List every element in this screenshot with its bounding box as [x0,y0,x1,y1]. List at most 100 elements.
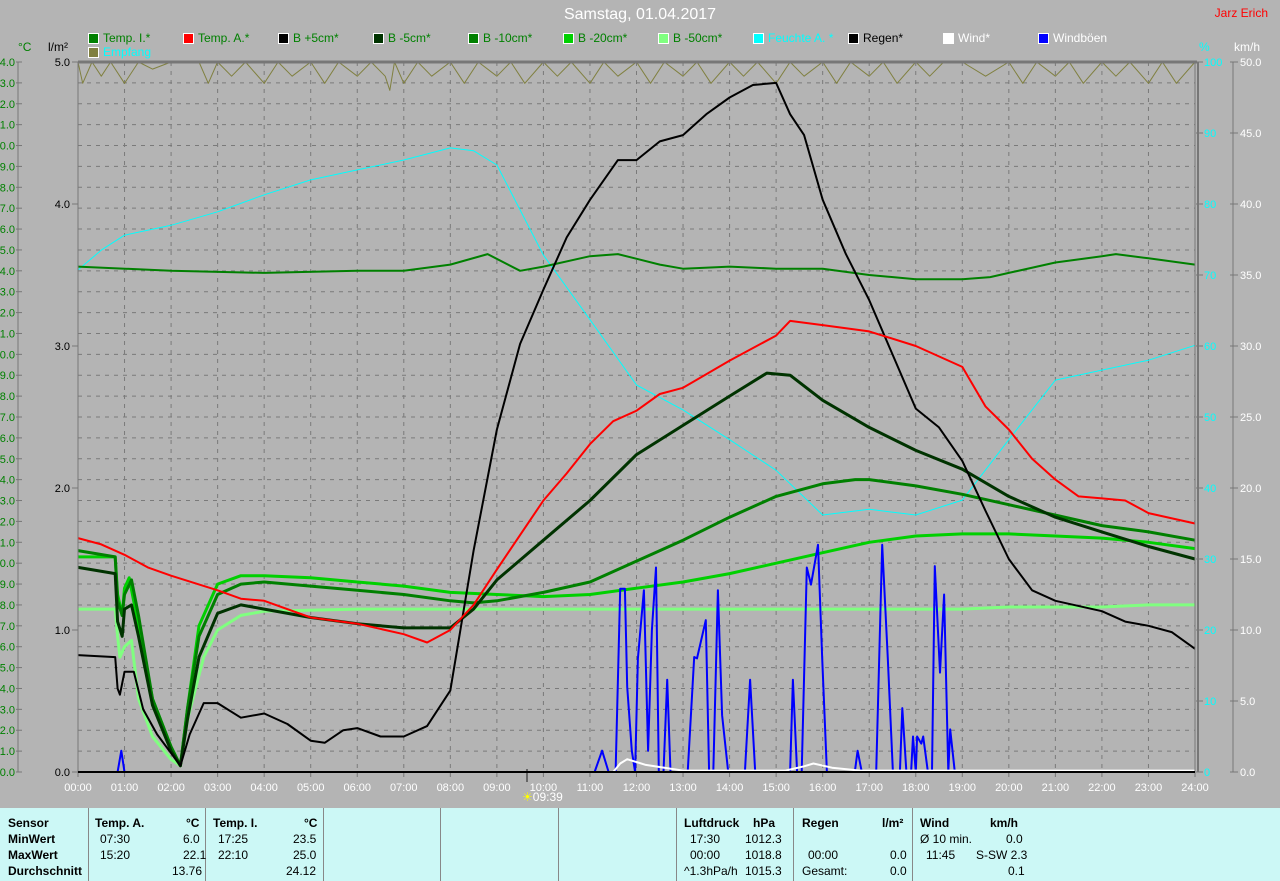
temp-tick-label: 14.0 [0,475,15,487]
row-avg-label: Durchschnitt [8,864,83,878]
pressure-max: 1018.8 [745,848,782,862]
row-max-label: MaxWert [8,848,58,862]
wind-tick-label: 20.0 [1240,483,1261,495]
pressure-min-time: 17:30 [690,832,721,846]
x-tick-label: 15:00 [762,782,790,794]
pressure-min: 1012.3 [745,832,782,846]
x-tick-label: 22:00 [1088,782,1116,794]
temp-a-avg: 13.76 [172,864,203,878]
rain-max: 0.0 [890,848,907,862]
humidity-tick-label: 30 [1204,554,1216,566]
legend-label: B -50cm* [673,31,723,45]
humidity-tick-label: 0 [1204,767,1210,779]
wind-max-time: 11:45 [926,848,956,862]
series-line-empfang [77,61,1196,91]
rain-tick-label: 0.0 [55,767,70,779]
temp-a-min-time: 07:30 [100,832,131,846]
temp-tick-label: 20.0 [0,349,15,361]
x-tick-label: 19:00 [949,782,977,794]
legend-swatch [88,32,99,44]
wind-avg: 0.0 [1006,832,1023,846]
legend-item: Temp. A.* [183,31,249,45]
temp-i-min-time: 17:25 [218,832,249,846]
rain-max-time: 00:00 [808,848,839,862]
series-line-temp-i [77,253,1196,281]
temp-tick-label: 24.0 [0,266,15,278]
temp-tick-label: 27.0 [0,203,15,215]
rain-tick-label: 1.0 [55,625,70,637]
legend-item: B -5cm* [373,31,431,45]
temp-i-avg: 24.12 [286,864,317,878]
legend-label: B +5cm* [293,31,339,45]
humidity-tick-label: 20 [1204,625,1216,637]
rain-total-label: Gesamt: [802,864,848,878]
legend-swatch [563,32,574,44]
legend-item: Wind* [943,31,990,45]
owner-name: Jarz Erich [1214,6,1268,20]
temp-tick-label: 2.0 [0,725,15,737]
temp-i-header: Temp. I. [213,816,258,830]
summary-panel: Sensor MinWert MaxWert Durchschnitt Temp… [0,808,1280,881]
humidity-tick-label: 70 [1204,270,1216,282]
temp-tick-label: 23.0 [0,287,15,299]
x-tick-label: 05:00 [297,782,325,794]
temp-tick-label: 34.0 [0,57,15,69]
temp-a-min: 6.0 [183,832,200,846]
temp-a-unit: °C [186,816,200,830]
sunrise-time: 09:39 [532,790,563,804]
wind-tick-label: 0.0 [1240,767,1255,779]
legend-swatch [373,32,384,44]
temp-tick-label: 16.0 [0,433,15,445]
legend-item: Empfang [88,45,151,59]
temp-tick-label: 4.0 [0,683,15,695]
wind-tick-label: 40.0 [1240,199,1261,211]
humidity-tick-label: 40 [1204,483,1216,495]
temp-tick-label: 29.0 [0,161,15,173]
temp-tick-label: 25.0 [0,245,15,257]
temp-tick-label: 33.0 [0,78,15,90]
pressure-avg: 1015.3 [745,864,782,878]
temp-tick-label: 22.0 [0,308,15,320]
temp-tick-label: 10.0 [0,558,15,570]
x-tick-label: 16:00 [809,782,837,794]
pressure-unit: hPa [753,816,776,830]
humidity-tick-label: 50 [1204,412,1216,424]
temp-tick-label: 18.0 [0,391,15,403]
wind-max: S-SW 2.3 [976,848,1028,862]
temp-tick-label: 17.0 [0,412,15,424]
temp-tick-label: 13.0 [0,496,15,508]
pressure-trend: ^1.3hPa/h [684,864,738,878]
temp-i-max-time: 22:10 [218,848,249,862]
legend-swatch [1038,32,1049,44]
legend-swatch [278,32,289,44]
wind-header: Wind [920,816,950,830]
legend-item: Feuchte A. * [753,31,833,45]
wind-tick-label: 30.0 [1240,341,1261,353]
temp-i-max: 25.0 [293,848,317,862]
legend-swatch [943,32,954,44]
grid [78,62,1195,772]
temp-tick-label: 1.0 [0,746,15,758]
rain-header: Regen [802,816,839,830]
wind-tick-label: 5.0 [1240,696,1255,708]
x-tick-label: 17:00 [855,782,883,794]
wind-tick-label: 10.0 [1240,625,1261,637]
axes: 00:00 01:00 02:00 03:00 04:00 05:00 06:00 07:00… [0,57,1261,794]
pressure-max-time: 00:00 [690,848,721,862]
row-min-label: MinWert [8,832,56,846]
wind-tick-label: 45.0 [1240,128,1261,140]
temp-tick-label: 9.0 [0,579,15,591]
legend-swatch [753,32,764,44]
x-tick-label: 21:00 [1042,782,1070,794]
legend-label: B -20cm* [578,31,628,45]
pressure-header: Luftdruck [684,816,740,830]
wind-avg-label: Ø 10 min. [920,832,973,846]
temp-tick-label: 0.0 [0,767,15,779]
weather-chart: 00:00 01:00 02:00 03:00 04:00 05:00 06:00 07:00… [0,57,1261,794]
temp-tick-label: 31.0 [0,120,15,132]
legend-item: B +5cm* [278,31,339,45]
x-tick-label: 12:00 [623,782,651,794]
temp-i-unit: °C [304,816,318,830]
temp-tick-label: 32.0 [0,99,15,111]
legend-item: B -10cm* [468,31,532,45]
